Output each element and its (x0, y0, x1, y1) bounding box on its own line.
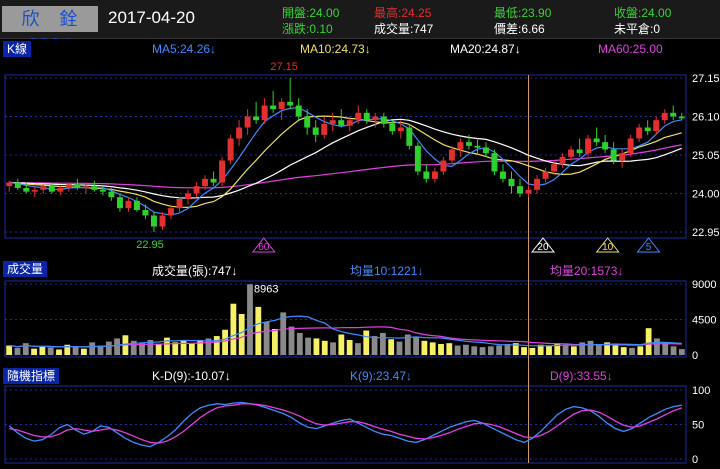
kline-legend-item-2: MA20:24.87↓ (450, 42, 521, 56)
quote-5: 價差:6.66 (494, 22, 545, 36)
kd-panel: 隨機指標 K-D(9):-10.07↓ K(9):23.47↓ D(9):33.55… (0, 366, 720, 469)
quote-0: 開盤:24.00 (282, 6, 340, 20)
volume-panel: 成交量 成交量(張):747↓ 均量10:1221↓ 均量20:1573↓ (0, 259, 720, 364)
kd-legend-item-0: K-D(9):-10.07↓ (152, 369, 231, 383)
stock-name: 欣 銓 (21, 9, 79, 29)
volume-legend-item-2: 均量20:1573↓ (550, 264, 624, 278)
quote-7: 未平倉:0 (614, 22, 661, 36)
kline-panel-title[interactable]: K線 (3, 41, 32, 57)
volume-legend-item-1: 均量10:1221↓ (350, 264, 424, 278)
kline-legend-item-1: MA10:24.73↓ (300, 42, 371, 56)
kd-panel-title[interactable]: 隨機指標 (3, 368, 60, 384)
kd-legend-item-2: D(9):33.55↓ (550, 369, 613, 383)
quote-3: 成交量:747 (374, 22, 434, 36)
kline-legend-item-0: MA5:24.26↓ (152, 42, 217, 56)
volume-legend-item-0: 成交量(張):747↓ (152, 264, 238, 278)
quote-6: 收盤:24.00 (614, 6, 672, 20)
quote-header: 欣 銓3264 2017-04-20 開盤:24.00 漲跌:0.10 最高:24.… (0, 0, 720, 55)
chart-date: 2017-04-20 (108, 8, 195, 27)
stock-ticker-box[interactable]: 欣 銓3264 (2, 6, 98, 55)
stock-chart-app: 欣 銓3264 2017-04-20 開盤:24.00 漲跌:0.10 最高:24.… (0, 0, 720, 469)
quote-2: 最高:24.25 (374, 6, 432, 20)
quote-4: 最低:23.90 (494, 6, 552, 20)
kline-legend-item-3: MA60:25.00 (598, 42, 663, 56)
quote-1: 漲跌:0.10 (282, 22, 333, 36)
kd-legend-item-1: K(9):23.47↓ (350, 369, 413, 383)
kline-panel: K線 MA5:24.26↓ MA10:24.73↓ MA20:24.87↓ MA60:… (0, 39, 720, 257)
volume-panel-title[interactable]: 成交量 (3, 261, 48, 277)
